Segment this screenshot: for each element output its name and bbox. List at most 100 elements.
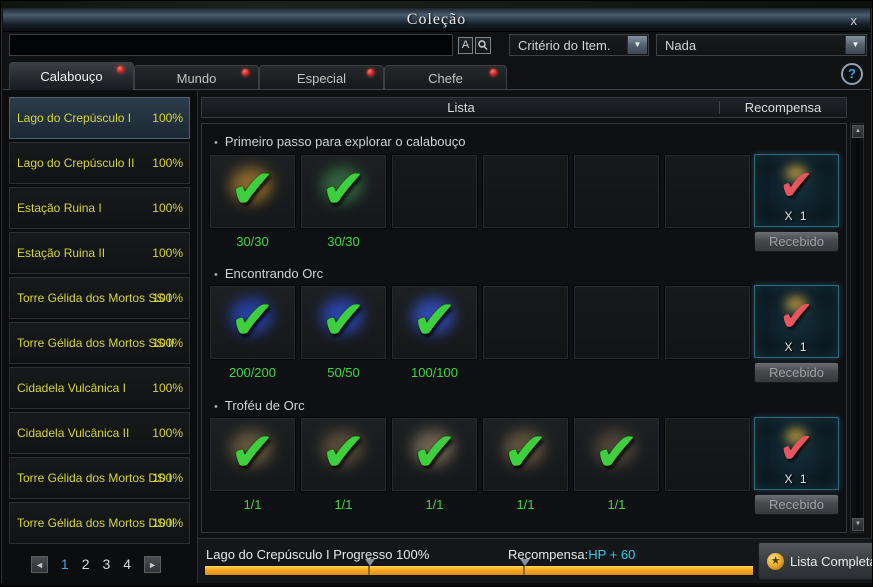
collection-cell: ✔ — [573, 285, 660, 380]
sidebar-item-torre-gelida-ds-1[interactable]: Torre Gélida dos Mortos DS I 100% — [9, 457, 190, 499]
dungeon-name: Lago do Crepúsculo I — [17, 111, 132, 125]
check-icon: ✔ — [229, 289, 276, 350]
tab-especial[interactable]: Especial — [259, 65, 384, 90]
claimed-button[interactable]: Recebido — [754, 362, 839, 383]
collection-slot-empty[interactable]: ✔ — [664, 417, 751, 492]
prev-page-button[interactable]: ◄ — [30, 555, 48, 573]
complete-list-button[interactable]: ★ Lista Completa — [758, 542, 873, 580]
check-icon: ✔ — [411, 289, 458, 350]
collection-slot-empty[interactable]: ✔ — [664, 154, 751, 229]
page-2[interactable]: 2 — [82, 556, 90, 572]
tab-calabouco[interactable]: Calabouço — [9, 62, 134, 90]
section-title: • Encontrando Orc — [214, 266, 324, 281]
scrollbar-track[interactable] — [856, 138, 859, 518]
scrollbar[interactable]: ▲ ▼ — [850, 123, 864, 533]
dungeon-percent: 100% — [152, 336, 183, 350]
collection-cell: ✔ 200/200 — [209, 285, 296, 380]
help-icon[interactable]: ? — [841, 63, 863, 85]
notification-dot-icon — [367, 69, 374, 76]
claimed-button[interactable]: Recebido — [754, 494, 839, 515]
collection-slot-empty[interactable]: ✔ — [391, 154, 478, 229]
collection-slot-empty[interactable]: ✔ — [482, 285, 569, 360]
tab-label: Calabouço — [40, 69, 103, 84]
close-icon[interactable]: x — [851, 14, 858, 28]
collection-cell: ✔ — [391, 154, 478, 249]
collection-cell: ✔ 1/1 — [300, 417, 387, 512]
page-4[interactable]: 4 — [123, 556, 131, 572]
category-dropdown[interactable]: Nada ▼ — [656, 34, 867, 56]
collection-slot[interactable]: ✔ — [391, 285, 478, 360]
collection-slot[interactable]: ✔ — [300, 154, 387, 229]
sidebar-item-cidadela-vulcanica-1[interactable]: Cidadela Vulcânica I 100% — [9, 367, 190, 409]
page-1[interactable]: 1 — [61, 556, 69, 572]
reward-check-icon: ✔ — [778, 292, 815, 340]
tab-mundo[interactable]: Mundo — [134, 65, 259, 90]
check-icon: ✔ — [320, 289, 367, 350]
reward-check-icon: ✔ — [778, 161, 815, 209]
list-header: Lista Recompensa — [201, 97, 847, 118]
check-icon: ✔ — [320, 158, 367, 219]
sidebar-item-torre-gelida-ds-2[interactable]: Torre Gélida dos Mortos DS II 100% — [9, 502, 190, 544]
collection-cell: ✔ — [482, 285, 569, 380]
scroll-up-icon[interactable]: ▲ — [852, 125, 864, 138]
collection-slot[interactable]: ✔ — [209, 154, 296, 229]
collection-slot[interactable]: ✔ — [482, 417, 569, 492]
dungeon-percent: 100% — [152, 381, 183, 395]
dungeon-name: Estação Ruina I — [17, 201, 102, 215]
chevron-down-icon[interactable]: ▼ — [627, 36, 647, 54]
check-icon: ✔ — [320, 421, 367, 482]
search-input[interactable] — [9, 34, 453, 56]
progress-marker-icon — [520, 559, 530, 571]
progress-label: Lago do Crepúsculo I Progresso 100% — [206, 547, 430, 562]
collection-cell: ✔ — [573, 154, 660, 249]
sidebar-item-estacao-ruina-1[interactable]: Estação Ruina I 100% — [9, 187, 190, 229]
collection-slot[interactable]: ✔ — [209, 285, 296, 360]
reward-slot[interactable]: ✔ X 1 — [754, 285, 839, 358]
collection-slot[interactable]: ✔ — [391, 417, 478, 492]
collection-slot[interactable]: ✔ — [300, 417, 387, 492]
slot-count: 30/30 — [327, 234, 360, 249]
reward-quantity: X 1 — [784, 340, 809, 354]
sidebar-item-torre-gelida-ss-1[interactable]: Torre Gélida dos Mortos SS I 100% — [9, 277, 190, 319]
collection-slot-empty[interactable]: ✔ — [664, 285, 751, 360]
sidebar-item-lago-crepusculo-2[interactable]: Lago do Crepúsculo II 100% — [9, 142, 190, 184]
sidebar-item-cidadela-vulcanica-2[interactable]: Cidadela Vulcânica II 100% — [9, 412, 190, 454]
notification-dot-icon — [117, 66, 124, 73]
collection-cell: ✔ — [664, 285, 751, 380]
sidebar-item-torre-gelida-ss-2[interactable]: Torre Gélida dos Mortos SS II 100% — [9, 322, 190, 364]
search-icon[interactable] — [475, 37, 491, 54]
list-column-header: Lista — [447, 100, 475, 115]
claimed-button[interactable]: Recebido — [754, 231, 839, 252]
collection-slot[interactable]: ✔ — [573, 417, 660, 492]
collection-cell: ✔ 1/1 — [482, 417, 569, 512]
collection-slot-empty[interactable]: ✔ — [573, 154, 660, 229]
tab-chefe[interactable]: Chefe — [384, 65, 507, 90]
sidebar-item-estacao-ruina-2[interactable]: Estação Ruina II 100% — [9, 232, 190, 274]
collection-slot-empty[interactable]: ✔ — [482, 154, 569, 229]
reward-slot[interactable]: ✔ X 1 — [754, 154, 839, 227]
complete-list-label: Lista Completa — [790, 553, 873, 569]
dungeon-name: Torre Gélida dos Mortos DS I — [17, 471, 172, 485]
collection-slot[interactable]: ✔ — [209, 417, 296, 492]
collection-slot[interactable]: ✔ — [300, 285, 387, 360]
reward-quantity: X 1 — [784, 472, 809, 486]
reward-slot[interactable]: ✔ X 1 — [754, 417, 839, 490]
collection-cell: ✔ 1/1 — [391, 417, 478, 512]
collection-cell: ✔ — [664, 154, 751, 249]
title-bar[interactable]: Coleção x — [3, 8, 870, 32]
slot-count — [391, 234, 478, 249]
next-page-button[interactable]: ► — [144, 555, 162, 573]
collection-slot-empty[interactable]: ✔ — [573, 285, 660, 360]
reward-cell: ✔ X 1 Recebido — [754, 154, 840, 252]
match-case-button[interactable]: A — [458, 37, 473, 54]
header-divider — [719, 101, 720, 114]
item-criteria-dropdown[interactable]: Critério do Item. ▼ — [509, 34, 649, 56]
sidebar-item-lago-crepusculo-1[interactable]: Lago do Crepúsculo I 100% — [9, 97, 190, 139]
dungeon-percent: 100% — [152, 111, 183, 125]
scroll-down-icon[interactable]: ▼ — [852, 518, 864, 531]
window-top-edge — [1, 1, 872, 8]
slot-count: 100/100 — [411, 365, 458, 380]
page-3[interactable]: 3 — [103, 556, 111, 572]
slot-count — [573, 234, 660, 249]
chevron-down-icon[interactable]: ▼ — [845, 36, 865, 54]
